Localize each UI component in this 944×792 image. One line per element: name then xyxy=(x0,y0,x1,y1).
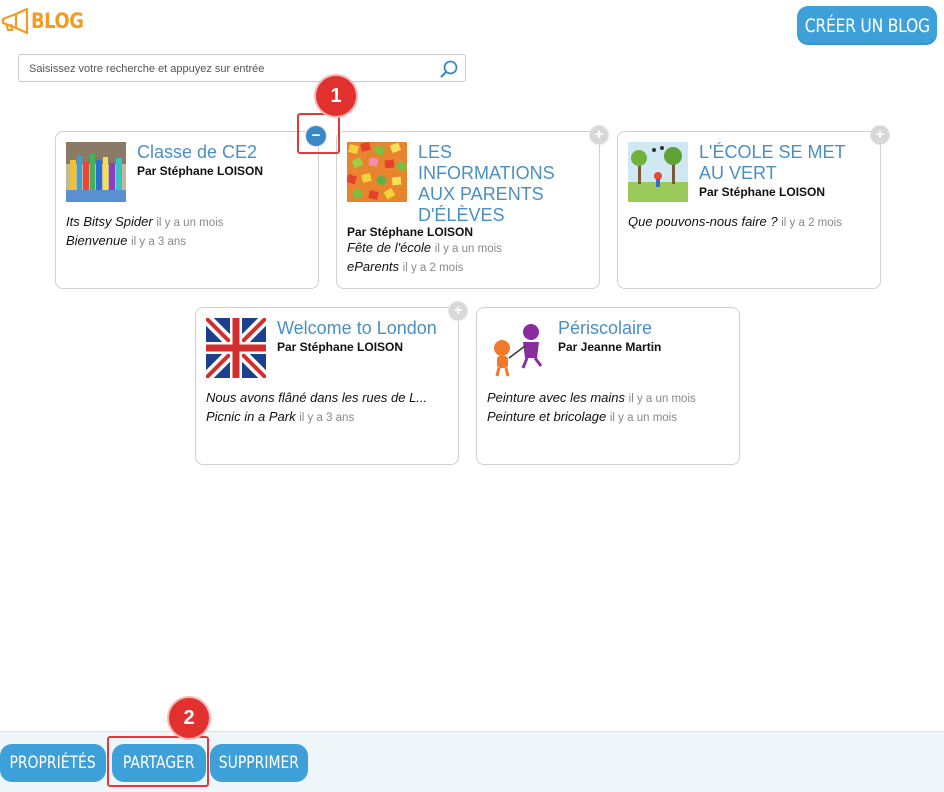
blog-card[interactable]: Welcome to London Par Stéphane LOISON No… xyxy=(195,302,467,465)
post-list: Par Stéphane LOISON Fête de l'école il y… xyxy=(347,225,502,277)
annotation-step-1: 1 xyxy=(316,76,356,116)
post-list: Nous avons flâné dans les rues de L... P… xyxy=(206,389,427,427)
delete-button[interactable]: SUPPRIMER xyxy=(210,744,308,782)
list-item[interactable]: eParents il y a 2 mois xyxy=(347,258,502,277)
list-item[interactable]: Nous avons flâné dans les rues de L... xyxy=(206,389,427,408)
blog-card[interactable]: LES INFORMATIONS AUX PARENTS D'ÉLÈVES Pa… xyxy=(336,126,608,289)
blog-title[interactable]: Classe de CE2 xyxy=(137,142,312,163)
blog-card[interactable]: Périscolaire Par Jeanne Martin Peinture … xyxy=(476,307,740,465)
create-blog-button[interactable]: CRÉER UN BLOG xyxy=(797,6,937,45)
blog-card[interactable]: Classe de CE2 Par Stéphane LOISON Its Bi… xyxy=(55,126,326,289)
blog-title[interactable]: Welcome to London xyxy=(277,318,452,339)
post-list: Que pouvons-nous faire ? il y a 2 mois xyxy=(628,213,842,232)
blog-title[interactable]: Périscolaire xyxy=(558,318,733,339)
blog-author: Par Stéphane LOISON xyxy=(347,225,474,239)
blog-author: Par Stéphane LOISON xyxy=(137,164,264,178)
select-toggle-icon[interactable]: + xyxy=(449,302,467,320)
list-item[interactable]: Its Bitsy Spider il y a un mois xyxy=(66,213,223,232)
select-toggle-icon[interactable]: + xyxy=(871,126,889,144)
annotation-step-2: 2 xyxy=(169,698,209,738)
blog-author: Par Stéphane LOISON xyxy=(277,340,404,354)
search-icon[interactable] xyxy=(439,59,459,79)
blog-card[interactable]: L'ÉCOLE SE MET AU VERT Par Stéphane LOIS… xyxy=(617,126,889,289)
blog-author: Par Stéphane LOISON xyxy=(699,185,826,199)
properties-button[interactable]: PROPRIÉTÉS xyxy=(0,744,106,782)
list-item[interactable]: Peinture avec les mains il y a un mois xyxy=(487,389,696,408)
list-item[interactable]: Fête de l'école il y a un mois xyxy=(347,239,502,258)
search-input[interactable] xyxy=(27,59,431,79)
blog-thumbnail xyxy=(628,142,688,202)
search-box xyxy=(18,54,466,82)
annotation-highlight-toggle xyxy=(297,113,340,154)
blog-author: Par Jeanne Martin xyxy=(558,340,662,354)
select-toggle-icon[interactable]: + xyxy=(590,126,608,144)
megaphone-icon xyxy=(1,8,29,34)
blog-thumbnail xyxy=(487,318,547,378)
post-list: Its Bitsy Spider il y a un mois Bienvenu… xyxy=(66,213,223,251)
post-list: Peinture avec les mains il y a un mois P… xyxy=(487,389,696,427)
list-item[interactable]: Que pouvons-nous faire ? il y a 2 mois xyxy=(628,213,842,232)
blog-title[interactable]: LES INFORMATIONS AUX PARENTS D'ÉLÈVES xyxy=(418,142,593,226)
blog-thumbnail xyxy=(347,142,407,202)
app-title-text: BLOG xyxy=(31,9,84,33)
list-item[interactable]: Peinture et bricolage il y a un mois xyxy=(487,408,696,427)
blog-thumbnail xyxy=(66,142,126,202)
list-item[interactable]: Bienvenue il y a 3 ans xyxy=(66,232,223,251)
app-title: BLOG xyxy=(0,6,93,36)
annotation-highlight-share xyxy=(107,736,209,787)
list-item[interactable]: Picnic in a Park il y a 3 ans xyxy=(206,408,427,427)
blog-title[interactable]: L'ÉCOLE SE MET AU VERT xyxy=(699,142,874,184)
blog-thumbnail xyxy=(206,318,266,378)
